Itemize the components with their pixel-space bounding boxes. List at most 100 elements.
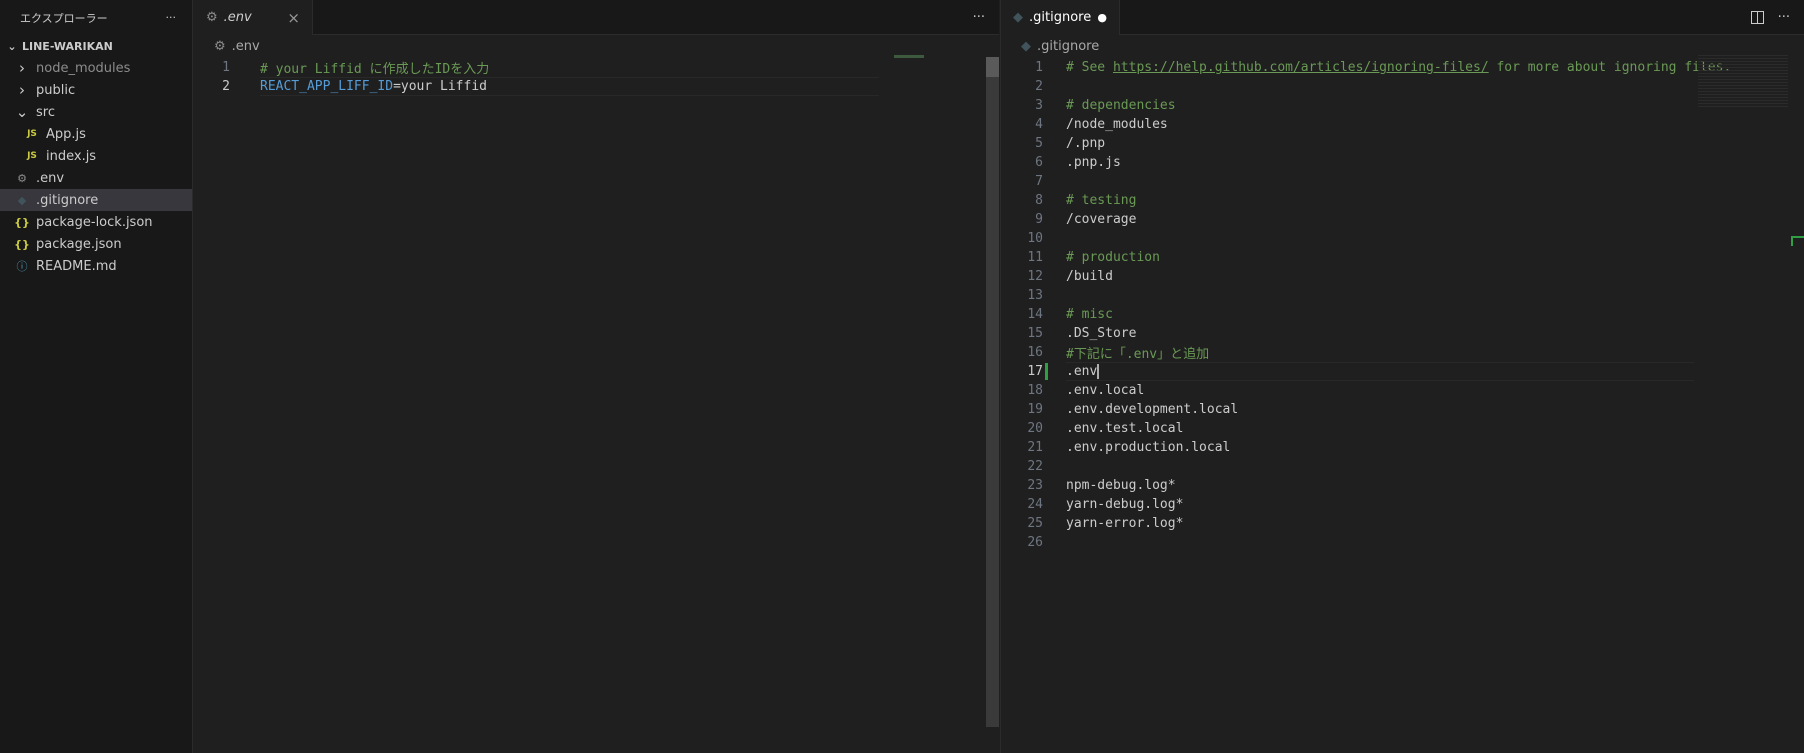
code-line[interactable]: 21 .env.production.local: [1001, 438, 1804, 457]
code-area[interactable]: 1 # your Liffid に作成したIDを入力 2 REACT_APP_LIFF…: [194, 58, 999, 96]
code-token: .env.test.local: [1066, 421, 1184, 436]
code-line[interactable]: 11 # production: [1001, 248, 1804, 267]
code-line[interactable]: 1 # See https://help.github.com/articles/…: [1001, 58, 1804, 77]
tab-gitignore[interactable]: ◆ .gitignore ●: [1001, 0, 1120, 35]
unsaved-dot-icon[interactable]: ●: [1097, 11, 1107, 24]
line-number: 19: [1027, 402, 1043, 417]
line-text: .env: [1066, 364, 1097, 379]
line-number: 1: [1035, 60, 1043, 75]
line-text: #下記に「.env」と追加: [1066, 343, 1209, 362]
code-token: /build: [1066, 269, 1113, 284]
link[interactable]: https://help.github.com/articles/ignorin…: [1113, 60, 1489, 75]
code-line[interactable]: 10: [1001, 229, 1804, 248]
gear-icon: ⚙: [214, 38, 226, 54]
split-editor-icon[interactable]: [1750, 11, 1764, 24]
code-token: yarn-debug.log*: [1066, 497, 1184, 512]
code-line[interactable]: 22: [1001, 457, 1804, 476]
more-actions-button[interactable]: ···: [973, 10, 985, 25]
line-text: # testing: [1066, 193, 1136, 208]
right-tab-bar: ◆ .gitignore ● ···: [1001, 0, 1804, 35]
line-number: 20: [1027, 421, 1043, 436]
code-line[interactable]: 24 yarn-debug.log*: [1001, 495, 1804, 514]
tree-item-index-js[interactable]: JS index.js: [0, 145, 192, 167]
tree-item-package-lock-json[interactable]: {} package-lock.json: [0, 211, 192, 233]
tree-item-node-modules[interactable]: › node_modules: [0, 57, 192, 79]
code-line[interactable]: 25 yarn-error.log*: [1001, 514, 1804, 533]
line-text: /.pnp: [1066, 136, 1105, 151]
tree-item-label: package.json: [36, 236, 122, 252]
tree-item--env[interactable]: ⚙ .env: [0, 167, 192, 189]
line-text: .env.development.local: [1066, 402, 1238, 417]
tree-item-label: node_modules: [36, 60, 131, 76]
chevron-down-icon: ⌄: [15, 103, 29, 121]
right-editor-group: ◆ .gitignore ● ··· ◆ .gitignore 1 # See ht…: [1000, 0, 1804, 753]
line-number: 4: [1035, 117, 1043, 132]
tree-item-app-js[interactable]: JS App.js: [0, 123, 192, 145]
minimap[interactable]: [894, 55, 924, 58]
code-area[interactable]: 1 # See https://help.github.com/articles/…: [1001, 58, 1804, 552]
code-token: =your Liffid: [393, 79, 487, 94]
code-line[interactable]: 2: [1001, 77, 1804, 96]
close-icon[interactable]: ×: [287, 9, 300, 27]
tree-item-label: package-lock.json: [36, 214, 153, 230]
tree-item-readme-md[interactable]: ⓘ README.md: [0, 255, 192, 277]
line-number: 26: [1027, 535, 1043, 550]
line-text: /build: [1066, 269, 1113, 284]
code-line[interactable]: 4/node_modules: [1001, 115, 1804, 134]
code-line[interactable]: 14 # misc: [1001, 305, 1804, 324]
workspace-root[interactable]: ⌄ LINE-WARIKAN: [0, 35, 192, 57]
tree-item-src[interactable]: ⌄ src: [0, 101, 192, 123]
code-token: .DS_Store: [1066, 326, 1137, 341]
code-line[interactable]: 17 .env: [1001, 362, 1804, 381]
code-line[interactable]: 7: [1001, 172, 1804, 191]
breadcrumb-file: .env: [231, 38, 260, 54]
code-line[interactable]: 12/build: [1001, 267, 1804, 286]
code-line[interactable]: 23 npm-debug.log*: [1001, 476, 1804, 495]
line-number: 7: [1035, 174, 1043, 189]
tree-item--gitignore[interactable]: ◆ .gitignore: [0, 189, 192, 211]
code-line[interactable]: 2 REACT_APP_LIFF_ID=your Liffid: [194, 77, 999, 96]
code-line[interactable]: 1 # your Liffid に作成したIDを入力: [194, 58, 999, 77]
line-text: REACT_APP_LIFF_ID=your Liffid: [260, 79, 487, 94]
code-line[interactable]: 5 /.pnp: [1001, 134, 1804, 153]
code-line[interactable]: 9/coverage: [1001, 210, 1804, 229]
code-line[interactable]: 13: [1001, 286, 1804, 305]
code-line[interactable]: 3 # dependencies: [1001, 96, 1804, 115]
tab-env[interactable]: ⚙ .env ×: [194, 0, 313, 35]
code-line[interactable]: 6 .pnp.js: [1001, 153, 1804, 172]
scrollbar-change-marker: [1791, 236, 1804, 246]
line-text: .env.production.local: [1066, 440, 1230, 455]
explorer-more-button[interactable]: ···: [166, 11, 177, 24]
line-text: .env.local: [1066, 383, 1144, 398]
line-number: 5: [1035, 136, 1043, 151]
code-token: .pnp.js: [1066, 155, 1121, 170]
code-line[interactable]: 8 # testing: [1001, 191, 1804, 210]
line-number: 18: [1027, 383, 1043, 398]
git-icon: ◆: [17, 193, 27, 207]
code-token: REACT_APP_LIFF_ID: [260, 79, 394, 94]
line-text: yarn-error.log*: [1066, 516, 1183, 531]
code-line[interactable]: 15 .DS_Store: [1001, 324, 1804, 343]
code-line[interactable]: 19 .env.development.local: [1001, 400, 1804, 419]
code-line[interactable]: 26: [1001, 533, 1804, 552]
breadcrumb[interactable]: ◆ .gitignore: [1001, 35, 1804, 57]
line-number: 8: [1035, 193, 1043, 208]
vertical-scrollbar[interactable]: [986, 57, 999, 727]
scrollbar-thumb[interactable]: [986, 57, 999, 77]
code-line[interactable]: 18 .env.local: [1001, 381, 1804, 400]
tree-item-package-json[interactable]: {} package.json: [0, 233, 192, 255]
explorer-title: エクスプローラー: [20, 11, 108, 25]
line-text: npm-debug.log*: [1066, 478, 1176, 493]
json-icon: {}: [14, 237, 30, 251]
code-line[interactable]: 20 .env.test.local: [1001, 419, 1804, 438]
line-number: 2: [1035, 79, 1043, 94]
line-number: 9: [1035, 212, 1043, 227]
code-line[interactable]: 16 #下記に「.env」と追加: [1001, 343, 1804, 362]
more-actions-button[interactable]: ···: [1778, 10, 1790, 25]
line-number: 3: [1035, 98, 1043, 113]
minimap[interactable]: [1698, 55, 1788, 107]
line-number: 22: [1027, 459, 1043, 474]
breadcrumb[interactable]: ⚙ .env: [194, 35, 999, 57]
tree-item-public[interactable]: › public: [0, 79, 192, 101]
code-token: # your Liffid に作成したIDを入力: [260, 62, 490, 77]
